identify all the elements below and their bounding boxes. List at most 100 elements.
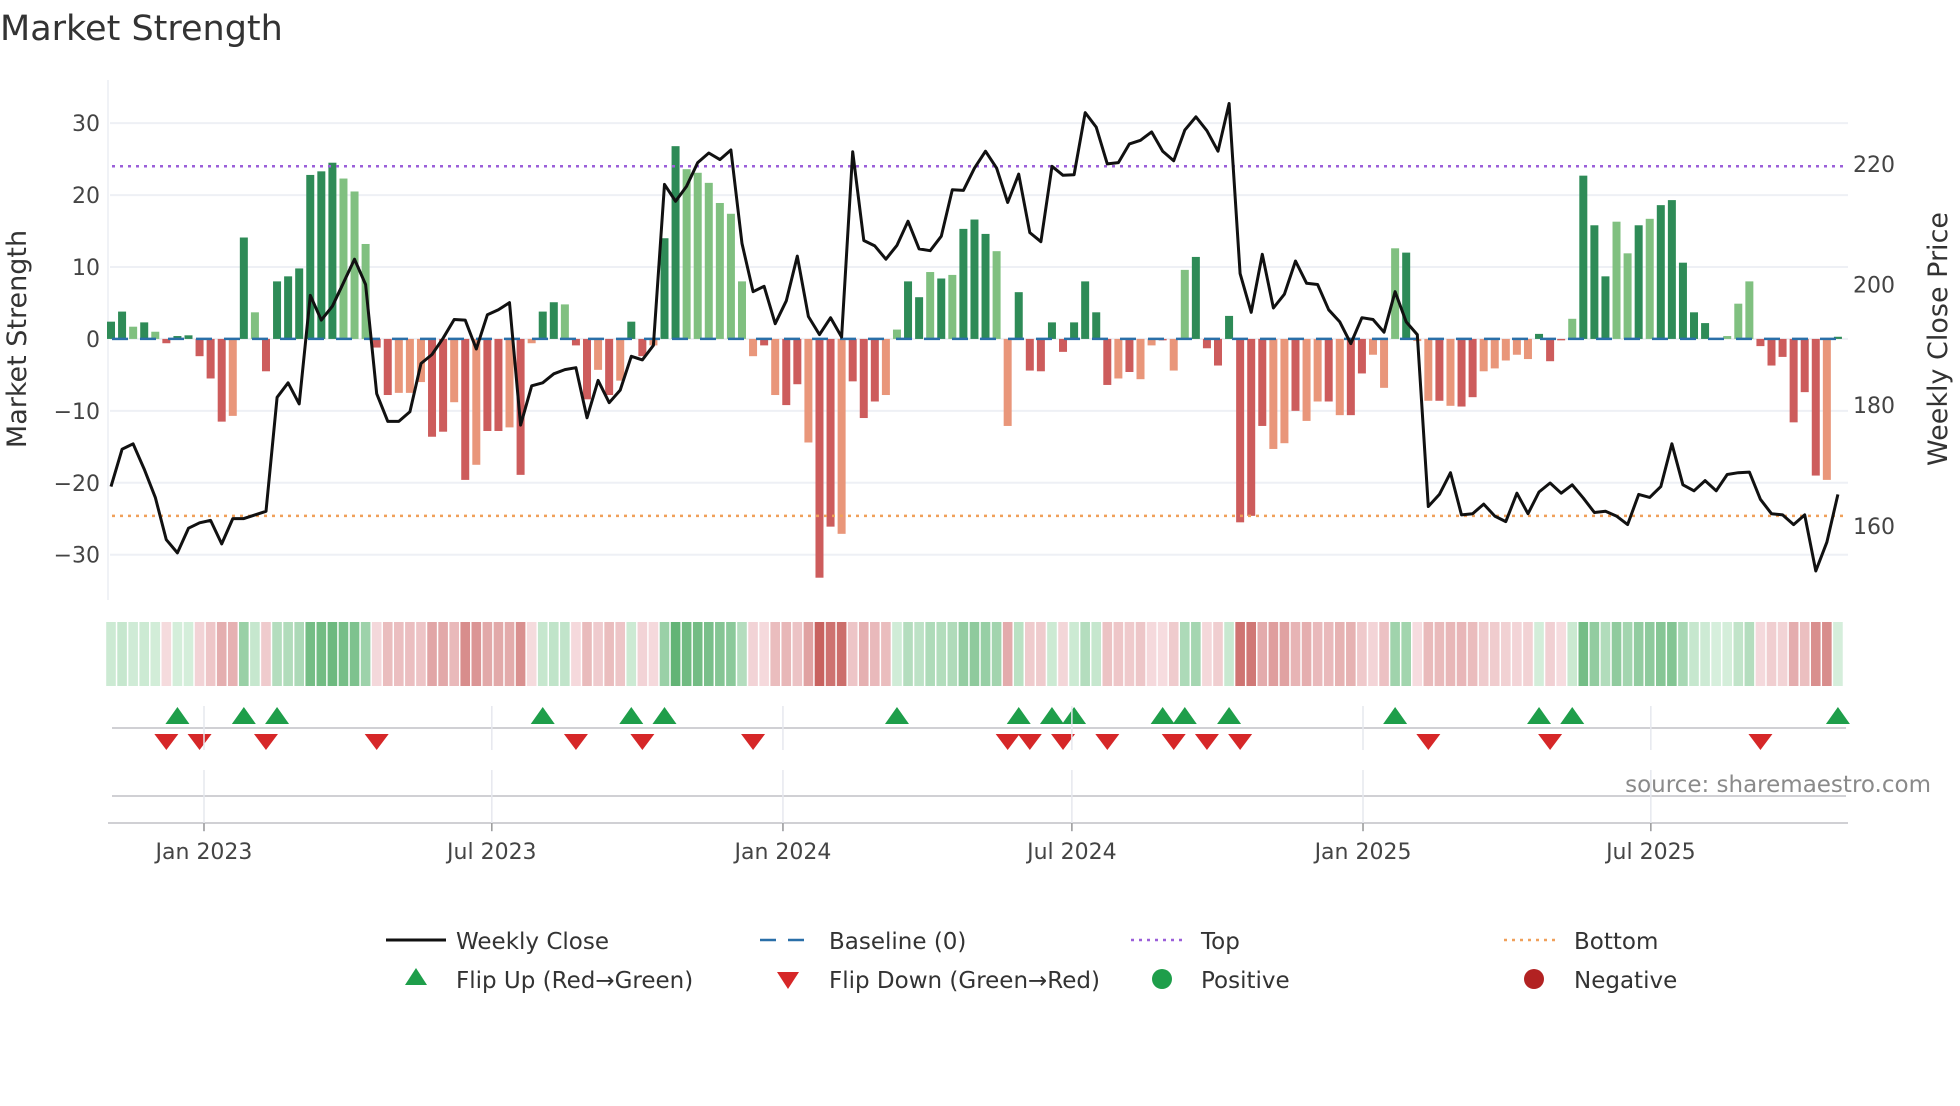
heat-cell: [1600, 622, 1611, 686]
strength-bar: [1047, 322, 1056, 339]
heat-cell: [759, 622, 769, 686]
legend-item-flip-up[interactable]: Flip Up (Red→Green): [405, 968, 693, 994]
strength-bar: [461, 338, 470, 480]
heat-cell: [1534, 622, 1544, 686]
strength-bar: [328, 162, 337, 339]
strength-bar: [1501, 338, 1510, 361]
heat-cell: [349, 622, 360, 686]
flip-up-marker: [165, 707, 190, 724]
heat-cell: [183, 622, 194, 686]
strength-bar: [1081, 281, 1090, 339]
strength-bar: [892, 329, 901, 339]
heat-cell: [1567, 622, 1578, 686]
heat-cell: [1799, 622, 1810, 686]
flip-up-marker: [265, 707, 290, 724]
legend-item-negative[interactable]: Negative: [1524, 968, 1677, 994]
legend-item-bottom[interactable]: Bottom: [1504, 929, 1658, 955]
heat-cell: [1622, 622, 1633, 686]
heat-cell: [1478, 622, 1489, 686]
heat-cell: [1722, 622, 1733, 686]
strength-bar: [1778, 338, 1787, 357]
strength-bar: [1092, 312, 1101, 339]
heat-cell: [1589, 622, 1600, 686]
strength-bar: [937, 278, 946, 339]
heat-cell: [892, 622, 902, 686]
strength-bar: [726, 213, 735, 339]
heat-cell: [1213, 622, 1223, 686]
heat-cell: [117, 622, 127, 686]
strength-bar: [1579, 175, 1588, 339]
heat-cell: [1578, 622, 1589, 686]
heat-strip: [106, 622, 1843, 686]
strength-bar: [1546, 338, 1555, 362]
flip-up-marker: [1217, 707, 1242, 724]
heat-cell: [549, 622, 559, 686]
heat-cell: [847, 622, 858, 686]
strength-bar: [1169, 338, 1178, 371]
heat-cell: [1822, 622, 1832, 686]
heat-cell: [294, 622, 304, 686]
heat-cell: [1667, 622, 1677, 686]
heat-cell: [582, 622, 592, 686]
legend-item-baseline[interactable]: Baseline (0): [760, 929, 966, 955]
strength-bar: [1690, 312, 1699, 339]
heat-cell: [139, 622, 150, 686]
source-label: source: sharemaestro.com: [1625, 772, 1931, 798]
heat-cell: [914, 622, 924, 686]
legend-label: Baseline (0): [829, 929, 966, 955]
heat-cell: [648, 622, 659, 686]
heat-cell: [283, 622, 293, 686]
market-strength-chart: Market Strength 30 20 10 0 −10 −20 −30 220 200 18…: [0, 9, 1954, 994]
legend-item-flip-down[interactable]: Flip Down (Green→Red): [777, 968, 1100, 994]
heat-cell: [1434, 622, 1445, 686]
flip-up-marker: [530, 707, 555, 724]
y-tick-label: −20: [54, 472, 100, 497]
heat-cell: [504, 622, 515, 686]
legend-item-top[interactable]: Top: [1131, 929, 1240, 955]
heat-cell: [526, 622, 537, 686]
heat-cell: [1179, 622, 1190, 686]
heat-cell: [1788, 622, 1799, 686]
strength-bar: [1446, 338, 1455, 406]
strength-bar: [915, 297, 924, 339]
strength-bar: [826, 338, 835, 527]
circle-green-icon: [1152, 969, 1172, 989]
heat-cell: [991, 622, 1002, 686]
strength-bar: [439, 338, 448, 432]
flip-up-marker: [884, 707, 909, 724]
strength-bar: [627, 321, 636, 339]
legend-item-weekly-close[interactable]: Weekly Close: [386, 929, 609, 955]
strength-bar: [1302, 338, 1311, 421]
y-tick-label: 0: [86, 328, 100, 353]
strength-bar: [1070, 322, 1079, 339]
strength-bar: [992, 251, 1001, 339]
heat-cell: [903, 622, 913, 686]
legend-item-positive[interactable]: Positive: [1152, 968, 1290, 994]
heat-cell: [737, 622, 747, 686]
strength-bar: [184, 335, 193, 339]
strength-bar: [1701, 323, 1710, 339]
flip-up-marker: [1172, 707, 1197, 724]
strength-bar: [118, 311, 127, 339]
strength-bar: [1479, 338, 1488, 372]
strength-bar: [904, 281, 913, 339]
strength-bar: [1180, 269, 1189, 339]
heat-cell: [205, 622, 216, 686]
strength-bar: [848, 338, 857, 382]
strength-bar: [1457, 338, 1466, 407]
heat-cell: [792, 622, 803, 686]
strength-bar: [771, 338, 780, 396]
heat-cell: [1102, 622, 1113, 686]
heat-cell: [316, 622, 327, 686]
strength-bar: [549, 302, 558, 339]
heat-cell: [1711, 622, 1721, 686]
heat-cell: [825, 622, 836, 686]
heat-cell: [537, 622, 548, 686]
strength-bar: [483, 338, 492, 431]
heat-cell: [194, 622, 205, 686]
strength-bar: [1568, 318, 1577, 339]
strength-bar: [405, 338, 414, 393]
heat-cell: [1523, 622, 1533, 686]
heat-cell: [216, 622, 227, 686]
heat-cell: [748, 622, 758, 686]
